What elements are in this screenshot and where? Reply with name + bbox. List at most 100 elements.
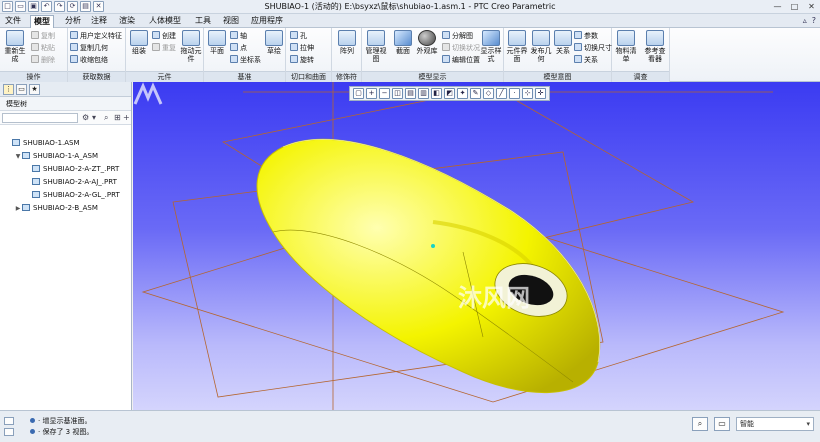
tree-item[interactable]: SHUBIAO-2-A-AJ_.PRT: [0, 176, 131, 189]
exploded-view-button[interactable]: 分解图: [442, 31, 473, 41]
model-tree-tab-icon[interactable]: ⋮: [3, 84, 14, 95]
mouse-model[interactable]: [256, 138, 601, 393]
group-label[interactable]: 元件: [126, 71, 203, 82]
tab-file[interactable]: 文件: [2, 15, 24, 28]
hole-button[interactable]: 孔: [290, 31, 307, 41]
settings-icon[interactable]: ⚙: [82, 113, 89, 122]
add-icon[interactable]: +: [123, 113, 130, 122]
maximize-icon[interactable]: □: [788, 1, 801, 12]
close-icon[interactable]: ✕: [805, 1, 818, 12]
axis-button[interactable]: 轴: [230, 31, 247, 41]
minimize-icon[interactable]: —: [771, 1, 784, 12]
tree-filter-dropdown[interactable]: [2, 113, 78, 123]
tab-applications[interactable]: 应用程序: [248, 15, 286, 28]
zoom-fit-icon[interactable]: ▢: [353, 88, 364, 99]
udf-button[interactable]: 用户定义特征: [70, 31, 122, 41]
csys-display-icon[interactable]: ⊹: [522, 88, 533, 99]
revolve-button[interactable]: 旋转: [290, 55, 314, 65]
copy-geometry-button[interactable]: 复制几何: [70, 43, 108, 53]
d-relations-button[interactable]: 关系: [574, 55, 598, 65]
tree-item[interactable]: SHUBIAO-2-A-GL_.PRT: [0, 189, 131, 202]
tree-item[interactable]: SHUBIAO-2-A-ZT_.PRT: [0, 163, 131, 176]
group-label[interactable]: 修饰符: [332, 71, 361, 82]
group-label[interactable]: 操作: [0, 71, 67, 82]
minimize-ribbon-icon[interactable]: ▵: [803, 16, 807, 25]
navigator-toggle-icon[interactable]: [4, 417, 14, 425]
group-label[interactable]: 基准: [204, 71, 285, 82]
view-manager-icon[interactable]: ▤: [405, 88, 416, 99]
expand-arrow-icon[interactable]: ▶: [14, 202, 22, 215]
group-label[interactable]: 获取数据: [68, 71, 125, 82]
switch-dimensions-button[interactable]: 切换尺寸: [574, 43, 612, 53]
component-interface-button[interactable]: 元件界面: [506, 30, 528, 63]
tab-analysis[interactable]: 分析: [62, 15, 84, 28]
edit-position-button[interactable]: 编辑位置: [442, 55, 480, 65]
repaint-icon[interactable]: ◫: [392, 88, 403, 99]
folder-browser-tab-icon[interactable]: ▭: [16, 84, 27, 95]
tree-item[interactable]: ▶ SHUBIAO-2-B_ASM: [0, 202, 131, 215]
favorites-tab-icon[interactable]: ★: [29, 84, 40, 95]
find-icon[interactable]: ⌕: [104, 113, 108, 123]
tab-annotate[interactable]: 注释: [88, 15, 110, 28]
model-canvas[interactable]: [133, 82, 820, 410]
reference-viewer-button[interactable]: 参考查看器: [642, 30, 668, 63]
datum-display-icon[interactable]: ✦: [457, 88, 468, 99]
group-label[interactable]: 切口和曲面: [286, 71, 331, 82]
select-icon[interactable]: ▭: [714, 417, 730, 431]
tab-tools[interactable]: 工具: [192, 15, 214, 28]
parameters-button[interactable]: 参数: [574, 31, 598, 41]
axis-display-icon[interactable]: ╱: [496, 88, 507, 99]
tab-manikin[interactable]: 人体模型: [146, 15, 184, 28]
group-label[interactable]: 模型意图: [504, 71, 611, 82]
tab-view[interactable]: 视图: [220, 15, 242, 28]
csys-button[interactable]: 坐标系: [230, 55, 261, 65]
tab-render[interactable]: 渲染: [116, 15, 138, 28]
plane-button[interactable]: 平面: [206, 30, 228, 55]
group-label[interactable]: 模型显示: [362, 71, 503, 82]
drag-components-button[interactable]: 拖动元件: [180, 30, 202, 63]
datum-point[interactable]: [431, 244, 435, 248]
section-icon[interactable]: ◧: [431, 88, 442, 99]
find-icon[interactable]: ⌕: [692, 417, 708, 431]
zoom-out-icon[interactable]: −: [379, 88, 390, 99]
delete-button[interactable]: 删除: [31, 55, 55, 65]
graphics-window[interactable]: ▢ + − ◫ ▤ ▥ ◧ ◩ ✦ ✎ ◇ ╱ · ⊹ ✛ 沐风网: [133, 82, 820, 410]
toggle-status-button[interactable]: 切换状况: [442, 43, 480, 53]
plane-display-icon[interactable]: ◇: [483, 88, 494, 99]
copy-button[interactable]: 复制: [31, 31, 55, 41]
display-style-button[interactable]: 显示样式: [480, 30, 502, 63]
repeat-button[interactable]: 重复: [152, 43, 176, 53]
spin-center-icon[interactable]: ✛: [535, 88, 546, 99]
point-button[interactable]: 点: [230, 43, 247, 53]
zoom-in-icon[interactable]: +: [366, 88, 377, 99]
tree-item[interactable]: SHUBIAO-1.ASM: [0, 137, 131, 150]
create-button[interactable]: 创建: [152, 31, 176, 41]
saved-views-icon[interactable]: ▥: [418, 88, 429, 99]
pattern-button[interactable]: 阵列: [336, 30, 358, 55]
expand-arrow-icon[interactable]: ▼: [14, 150, 22, 163]
extrude-button[interactable]: 拉伸: [290, 43, 314, 53]
bom-button[interactable]: 物料清单: [614, 30, 638, 63]
help-icon[interactable]: ?: [812, 16, 816, 25]
annotation-icon[interactable]: ✎: [470, 88, 481, 99]
manage-views-button[interactable]: 管理视图: [364, 30, 388, 63]
tree-item[interactable]: ▼ SHUBIAO-1-A_ASM: [0, 150, 131, 163]
paste-button[interactable]: 粘贴: [31, 43, 55, 53]
show-icon[interactable]: ▾: [92, 113, 96, 122]
browser-toggle-icon[interactable]: [4, 428, 14, 436]
sketch-button[interactable]: 草绘: [264, 30, 284, 55]
group-label[interactable]: 调查: [612, 71, 669, 82]
relations-button[interactable]: 关系: [554, 30, 572, 55]
mouse-shell[interactable]: [256, 138, 601, 393]
section-button[interactable]: 截面: [392, 30, 414, 55]
selection-filter[interactable]: 智能: [736, 417, 814, 431]
publish-geometry-button[interactable]: 发布几何: [530, 30, 552, 63]
display-style-icon[interactable]: ◩: [444, 88, 455, 99]
columns-icon[interactable]: ⊞: [114, 113, 121, 122]
assemble-button[interactable]: 组装: [128, 30, 150, 55]
regenerate-button[interactable]: 重新生成: [2, 30, 28, 63]
shrinkwrap-button[interactable]: 收缩包络: [70, 55, 108, 65]
point-display-icon[interactable]: ·: [509, 88, 520, 99]
appearance-gallery-button[interactable]: 外观库: [416, 30, 438, 55]
tab-model[interactable]: 模型: [30, 15, 54, 28]
